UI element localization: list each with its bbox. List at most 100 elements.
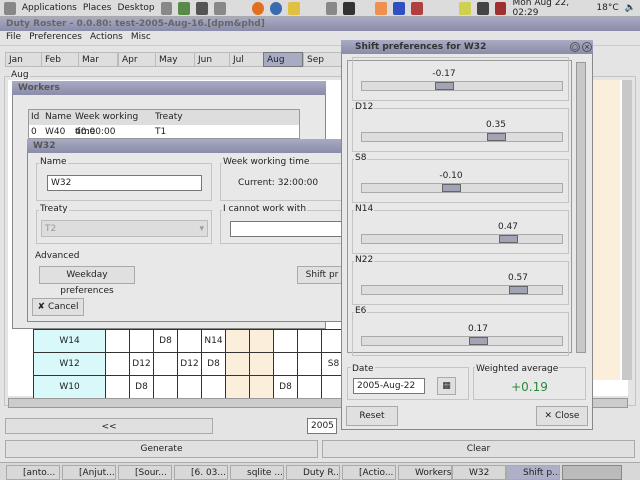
cannot-work-with-input[interactable] — [230, 221, 345, 237]
taskbar-item[interactable]: Duty R... — [286, 465, 340, 480]
slider-thumb[interactable] — [442, 184, 461, 192]
taskbar-item[interactable]: Workers — [398, 465, 452, 480]
preference-slider[interactable] — [361, 234, 563, 244]
shift-cell[interactable] — [273, 329, 298, 353]
shift-cell[interactable] — [153, 352, 178, 376]
preference-slider[interactable] — [361, 183, 563, 193]
terminal-icon[interactable] — [196, 1, 209, 15]
worker-name-cell[interactable]: W12 — [33, 352, 106, 376]
year-field[interactable]: 2005 — [307, 418, 337, 434]
tab-jun[interactable]: Jun — [194, 52, 234, 67]
slider-thumb[interactable] — [469, 337, 488, 345]
shift-cell[interactable] — [297, 352, 322, 376]
menu-places[interactable]: Places — [83, 3, 112, 13]
anjuta-icon[interactable] — [393, 1, 406, 15]
shift-cell[interactable]: D8 — [273, 375, 298, 399]
taskbar-item[interactable]: [Actio... — [342, 465, 396, 480]
generate-button[interactable]: Generate — [5, 440, 318, 458]
table-row[interactable]: 0 W40 40:00:00 T1 — [29, 125, 299, 139]
shift-cell[interactable]: D8 — [153, 329, 178, 353]
col-treaty[interactable]: Treaty — [153, 110, 183, 125]
reset-button[interactable]: Reset — [346, 406, 398, 426]
thunderbird-icon[interactable] — [269, 1, 282, 15]
close-button[interactable]: ✕ Close — [536, 406, 588, 426]
slider-thumb[interactable] — [509, 286, 528, 294]
preference-slider[interactable] — [361, 336, 563, 346]
editor-icon[interactable] — [214, 1, 227, 15]
slider-thumb[interactable] — [435, 82, 454, 90]
menu-misc[interactable]: Misc — [131, 32, 151, 45]
preference-slider[interactable] — [361, 81, 563, 91]
taskbar-item[interactable]: [6. 03... — [174, 465, 228, 480]
worker-name-cell[interactable]: W14 — [33, 329, 106, 353]
shift-cell[interactable]: D12 — [177, 352, 202, 376]
shift-cell[interactable] — [225, 329, 250, 353]
prev-button[interactable]: << — [5, 418, 213, 434]
cancel-button[interactable]: ✘ Cancel — [32, 298, 84, 316]
main-window-titlebar[interactable]: Duty Roster - 0.0.80: test-2005-Aug-16.[… — [0, 17, 640, 31]
shift-cell[interactable]: D12 — [129, 352, 154, 376]
volume-icon[interactable]: 🔈 — [625, 3, 636, 13]
maximize-icon[interactable]: ○ — [570, 42, 580, 52]
shift-cell[interactable] — [225, 375, 250, 399]
shift-cell[interactable] — [225, 352, 250, 376]
col-week-working-time[interactable]: Week working time — [73, 110, 153, 137]
shift-cell[interactable] — [153, 375, 178, 399]
shift-cell[interactable]: N14 — [201, 329, 226, 353]
shift-cell[interactable] — [273, 352, 298, 376]
menu-file[interactable]: File — [6, 32, 21, 45]
shift-preferences-button[interactable]: Shift pr — [297, 266, 347, 284]
menu-preferences[interactable]: Preferences — [29, 32, 82, 45]
inkscape-icon[interactable] — [325, 1, 338, 15]
preference-slider[interactable] — [361, 132, 563, 142]
tab-aug[interactable]: Aug — [263, 52, 303, 67]
sliders-scrollbar[interactable] — [576, 62, 586, 353]
calendar-icon[interactable]: ▦ — [437, 377, 456, 395]
tab-may[interactable]: May — [155, 52, 195, 67]
slider-thumb[interactable] — [499, 235, 518, 243]
office-icon[interactable] — [375, 1, 388, 15]
shift-cell[interactable] — [129, 329, 154, 353]
vertical-scrollbar[interactable] — [622, 80, 632, 380]
shift-cell[interactable] — [249, 375, 274, 399]
firefox-icon[interactable] — [252, 1, 264, 15]
tab-feb[interactable]: Feb — [41, 52, 81, 67]
preference-slider[interactable] — [361, 285, 563, 295]
weekday-preferences-button[interactable]: Weekday preferences — [39, 266, 135, 296]
treaty-select[interactable]: T2 ▾ — [41, 220, 208, 237]
shift-cell[interactable] — [297, 329, 322, 353]
clock[interactable]: Mon Aug 22, 02:29 — [512, 0, 590, 18]
close-window-icon[interactable]: × — [582, 42, 592, 52]
tab-apr[interactable]: Apr — [118, 52, 158, 67]
menu-applications[interactable]: Applications — [22, 3, 77, 13]
tab-sep[interactable]: Sep — [303, 52, 343, 67]
menu-actions[interactable]: Actions — [90, 32, 123, 45]
worker-dialog-titlebar[interactable]: W32 — [27, 139, 347, 153]
name-input[interactable]: W32 — [47, 175, 202, 191]
shift-cell[interactable] — [177, 329, 202, 353]
tab-jan[interactable]: Jan — [5, 52, 45, 67]
shift-cell[interactable] — [105, 329, 130, 353]
taskbar-item[interactable]: W32 — [452, 465, 506, 480]
col-id[interactable]: Id — [29, 110, 43, 125]
col-name[interactable]: Name — [43, 110, 73, 125]
shift-cell[interactable] — [177, 375, 202, 399]
date-input[interactable]: 2005-Aug-22 — [353, 378, 425, 394]
shift-cell[interactable] — [105, 352, 130, 376]
shift-cell[interactable] — [249, 329, 274, 353]
menu-desktop[interactable]: Desktop — [117, 3, 154, 13]
clock-app-icon[interactable] — [411, 1, 423, 15]
taskbar-item[interactable]: [anto... — [6, 465, 60, 480]
slider-thumb[interactable] — [487, 133, 506, 141]
clear-button[interactable]: Clear — [322, 440, 635, 458]
workspace-switcher[interactable] — [562, 465, 622, 480]
taskbar-item[interactable]: sqlite ... — [230, 465, 284, 480]
workers-titlebar[interactable]: Workers — [12, 81, 326, 95]
shift-cell[interactable]: D8 — [129, 375, 154, 399]
worker-name-cell[interactable]: W10 — [33, 375, 106, 399]
tab-mar[interactable]: Mar — [78, 52, 118, 67]
shift-cell[interactable] — [249, 352, 274, 376]
shift-preferences-titlebar[interactable]: Shift preferences for W32 — [341, 40, 593, 54]
shift-cell[interactable]: D8 — [201, 352, 226, 376]
launcher-icon[interactable] — [178, 1, 191, 15]
